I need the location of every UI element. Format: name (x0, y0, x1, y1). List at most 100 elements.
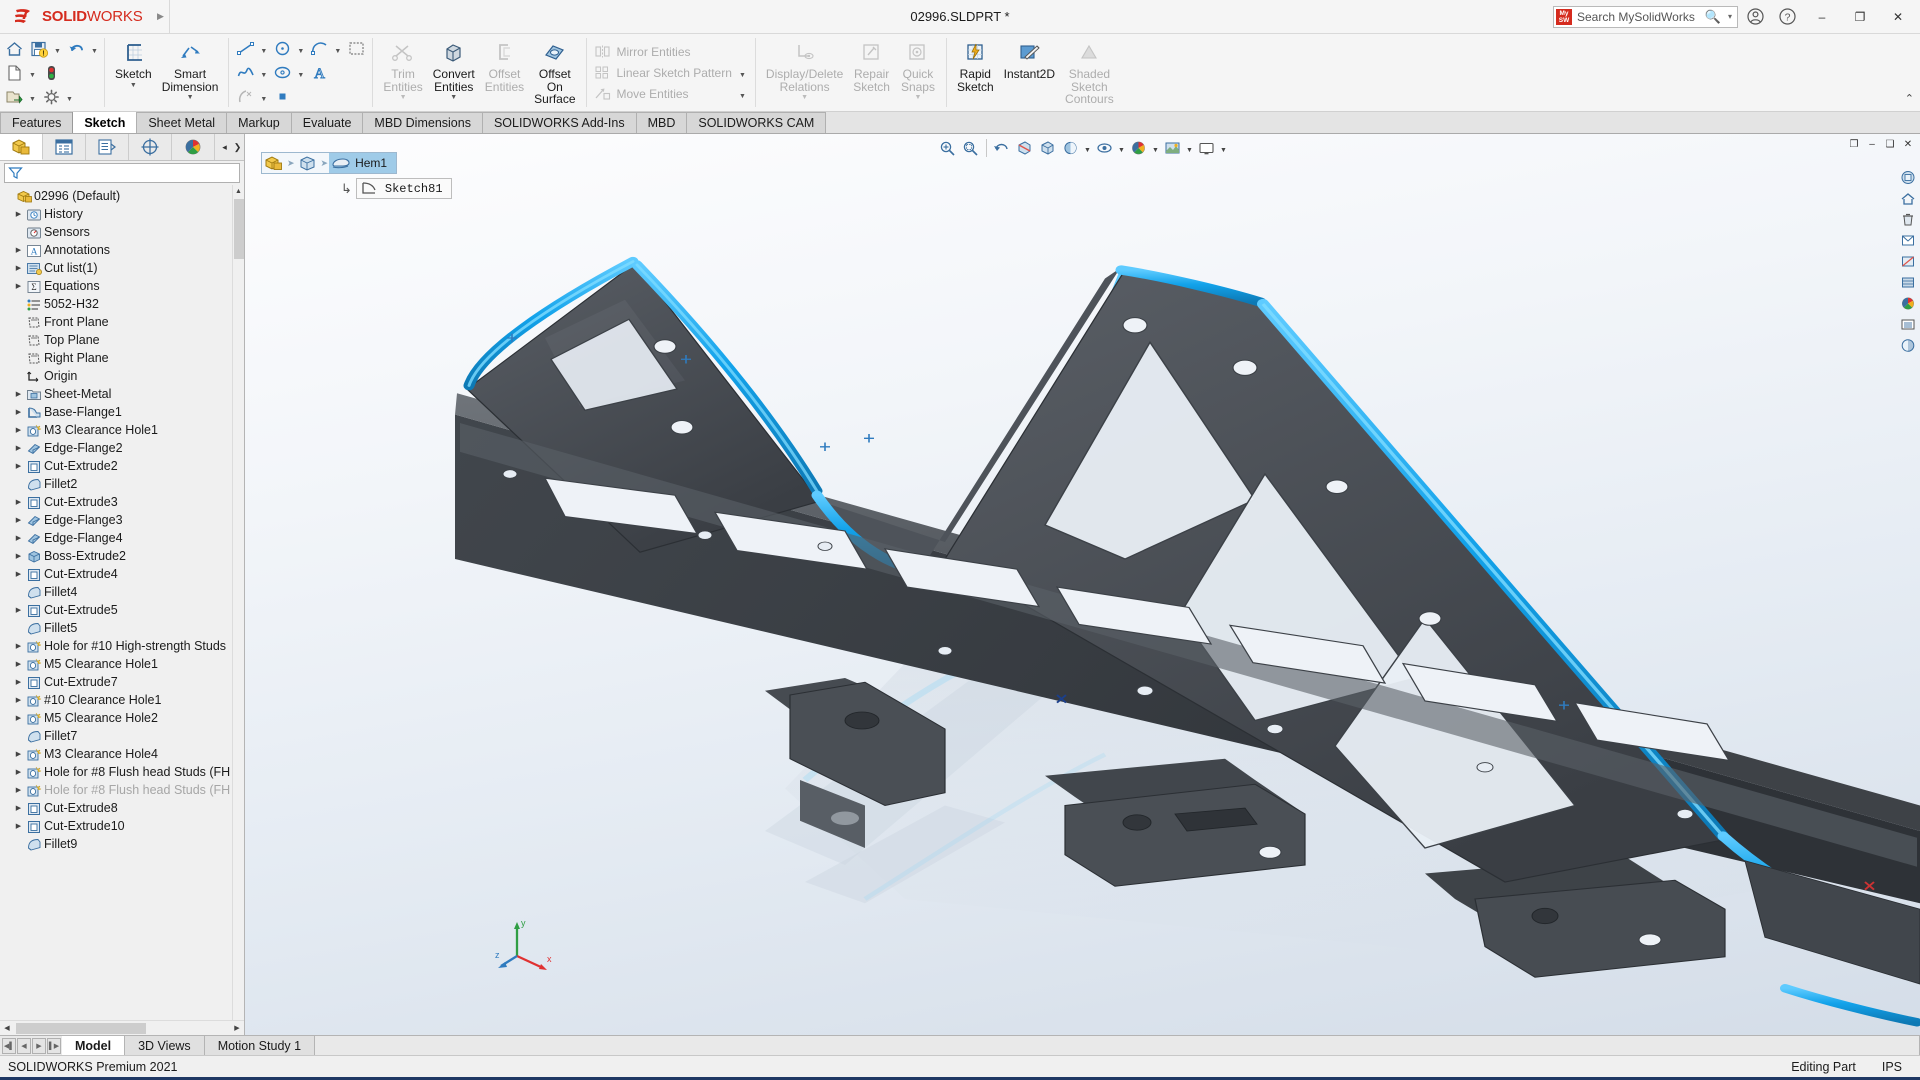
feature-tree[interactable]: 02996 (Default) ▶ History Sensors ▶ A Annotati… (0, 185, 244, 1020)
feature-manager-tab[interactable] (0, 134, 43, 160)
tab-features[interactable]: Features (0, 112, 74, 133)
appearance-sphere-icon[interactable] (1898, 294, 1917, 313)
tree-expand-caret-icon[interactable]: ▶ (12, 282, 25, 290)
breadcrumb-body-segment[interactable] (296, 153, 320, 173)
tree-expand-caret-icon[interactable]: ▶ (12, 408, 25, 416)
sketch-button[interactable]: Sketch ▼ (110, 36, 157, 109)
search-dropdown-caret-icon[interactable]: ▾ (1728, 12, 1735, 21)
tab-evaluate[interactable]: Evaluate (290, 112, 364, 133)
prev-view-icon[interactable] (1898, 231, 1917, 250)
tree-expand-caret-icon[interactable]: ▶ (12, 786, 25, 794)
tree-item[interactable]: ▶ Sheet-Metal (0, 385, 244, 403)
tree-item[interactable]: Fillet9 (0, 835, 244, 853)
tree-item[interactable]: Fillet4 (0, 583, 244, 601)
tree-item[interactable]: ▶ Cut-Extrude8 (0, 799, 244, 817)
tree-item[interactable]: ▶ M5 Clearance Hole1 (0, 655, 244, 673)
bottom-tab-3d-views[interactable]: 3D Views (125, 1036, 205, 1056)
display-style-icon[interactable] (1060, 137, 1082, 159)
section-view-icon[interactable] (1014, 137, 1036, 159)
tree-hscroll-left-icon[interactable]: ◀ (0, 1024, 14, 1032)
tree-expand-caret-icon[interactable]: ▶ (12, 768, 25, 776)
ribbon-pin-icon[interactable]: ⌃ (1905, 92, 1914, 105)
shaded-sketch-contours-button[interactable]: Shaded Sketch Contours (1060, 36, 1119, 109)
viewport-maximize-icon[interactable]: ❑ (1882, 136, 1898, 152)
appearance-caret-icon[interactable]: ▼ (1151, 137, 1161, 159)
bottom-tab-model[interactable]: Model (62, 1036, 126, 1056)
line-icon[interactable] (233, 38, 257, 60)
move-entities-caret-icon[interactable]: ▼ (737, 84, 748, 104)
tree-expand-caret-icon[interactable]: ▶ (12, 570, 25, 578)
tree-item[interactable]: Fillet5 (0, 619, 244, 637)
account-icon[interactable] (1740, 2, 1770, 32)
tree-expand-caret-icon[interactable]: ▶ (12, 498, 25, 506)
text-icon[interactable]: A (307, 62, 331, 84)
close-button[interactable]: ✕ (1880, 2, 1916, 32)
tab-sheet-metal[interactable]: Sheet Metal (136, 112, 228, 133)
apply-scene-icon[interactable] (1162, 137, 1184, 159)
dimxpert-manager-tab[interactable] (129, 134, 172, 160)
minimize-button[interactable]: – (1804, 2, 1840, 32)
tree-item[interactable]: ▶ M3 Clearance Hole4 (0, 745, 244, 763)
options-gear-icon[interactable] (39, 86, 63, 108)
display-delete-relations-button[interactable]: Display/Delete Relations ▼ (761, 36, 848, 109)
tab-sketch[interactable]: Sketch (72, 111, 138, 133)
offset-on-surface-button[interactable]: Offset On Surface (529, 36, 580, 109)
help-icon[interactable]: ? (1772, 2, 1802, 32)
search-icon[interactable]: 🔍 (1705, 9, 1723, 25)
bottom-tab-motion-study[interactable]: Motion Study 1 (204, 1036, 316, 1056)
tree-item[interactable]: ▶ Cut-Extrude4 (0, 565, 244, 583)
tree-item[interactable]: ▶ Hole for #10 High-strength Studs (0, 637, 244, 655)
hide-show-caret-icon[interactable]: ▼ (1117, 137, 1127, 159)
arc-dropdown-caret-icon[interactable]: ▼ (332, 39, 343, 59)
tree-item[interactable]: Sensors (0, 223, 244, 241)
undo-dropdown-caret-icon[interactable]: ▼ (89, 39, 100, 59)
rebuild-traffic-light-icon[interactable] (39, 62, 63, 84)
tree-expand-caret-icon[interactable]: ▶ (12, 390, 25, 398)
rapid-sketch-button[interactable]: Rapid Sketch (952, 36, 999, 109)
filter-input[interactable] (4, 163, 240, 183)
graphics-viewport[interactable]: ▼ ▼ ▼ ▼ ▼ ❐ – ❑ ✕ ➤ ➤ Hem1 ↳ Sketch81 y … (245, 134, 1920, 1035)
view-settings-icon[interactable] (1196, 137, 1218, 159)
tree-item[interactable]: Origin (0, 367, 244, 385)
previous-view-icon[interactable] (991, 137, 1013, 159)
smart-dimension-caret-icon[interactable]: ▼ (187, 94, 194, 101)
arc3pt-icon[interactable] (233, 86, 257, 108)
trim-entities-caret-icon[interactable]: ▼ (400, 94, 407, 101)
tab-solidworks-addins[interactable]: SOLIDWORKS Add-Ins (481, 112, 637, 133)
tree-item[interactable]: ▶ M5 Clearance Hole2 (0, 709, 244, 727)
tree-item[interactable]: Fillet2 (0, 475, 244, 493)
tree-vscroll-thumb[interactable] (234, 199, 244, 259)
tree-expand-caret-icon[interactable]: ▶ (12, 516, 25, 524)
breadcrumb-sketch-chip[interactable]: Sketch81 (355, 178, 452, 199)
breadcrumb-part-segment[interactable] (262, 153, 286, 173)
arc-icon[interactable] (307, 38, 331, 60)
circle-dropdown-caret-icon[interactable]: ▼ (295, 39, 306, 59)
tree-expand-caret-icon[interactable]: ▶ (12, 822, 25, 830)
new-document-icon[interactable] (2, 62, 26, 84)
viewport-restore-icon[interactable]: ❐ (1846, 136, 1862, 152)
viewport-close-icon[interactable]: ✕ (1900, 136, 1916, 152)
line-dropdown-caret-icon[interactable]: ▼ (258, 39, 269, 59)
breadcrumb-feature-segment[interactable]: Hem1 (329, 153, 397, 173)
circle-icon[interactable] (270, 38, 294, 60)
view-settings-caret-icon[interactable]: ▼ (1219, 137, 1229, 159)
search-input[interactable]: My SW Search MySolidWorks 🔍 ▾ (1553, 5, 1738, 28)
tree-expand-caret-icon[interactable]: ▶ (12, 696, 25, 704)
tree-item[interactable]: ▶ Hole for #8 Flush head Studs (FH (0, 781, 244, 799)
view-orientation-icon[interactable] (1037, 137, 1059, 159)
convert-entities-caret-icon[interactable]: ▼ (450, 94, 457, 101)
configuration-manager-tab[interactable] (86, 134, 129, 160)
tree-item[interactable]: ▶ #10 Clearance Hole1 (0, 691, 244, 709)
tree-item[interactable]: Front Plane (0, 313, 244, 331)
property-manager-tab[interactable] (43, 134, 86, 160)
tree-item[interactable]: ▶ Boss-Extrude2 (0, 547, 244, 565)
tree-item[interactable]: ▶ Cut-Extrude2 (0, 457, 244, 475)
trim-entities-button[interactable]: Trim Entities ▼ (378, 36, 427, 109)
linear-sketch-pattern-button[interactable]: Linear Sketch Pattern ▼ (591, 63, 751, 83)
scene-caret-icon[interactable]: ▼ (1185, 137, 1195, 159)
tree-expand-caret-icon[interactable]: ▶ (12, 642, 25, 650)
options-dropdown-caret-icon[interactable]: ▼ (64, 87, 75, 107)
tree-item[interactable]: ▶ Edge-Flange3 (0, 511, 244, 529)
view-settings-2-icon[interactable] (1898, 336, 1917, 355)
move-entities-button[interactable]: Move Entities ▼ (591, 84, 751, 104)
